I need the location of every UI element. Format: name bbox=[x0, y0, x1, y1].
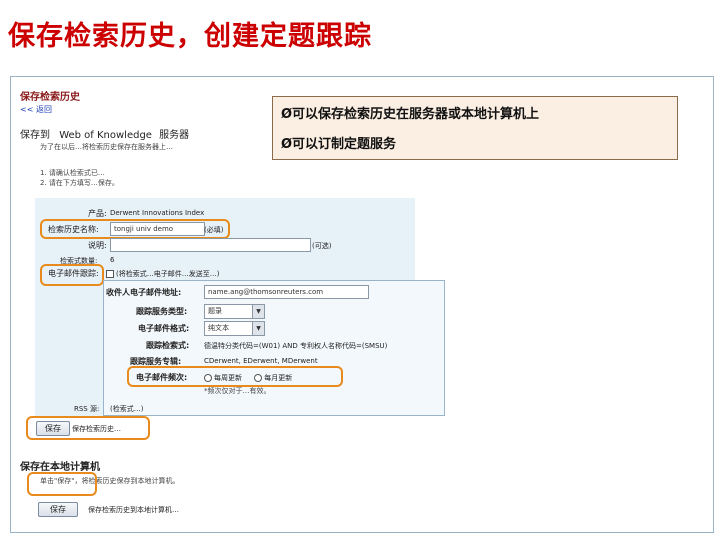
step-2: 2. 请在下方填写…保存。 bbox=[40, 179, 119, 187]
callout-line-2: Ø可以订制定题服务 bbox=[281, 137, 397, 152]
query-count-value: 6 bbox=[110, 256, 115, 264]
email-alert-option[interactable]: (将检索式…电子邮件…发送至…) bbox=[106, 269, 219, 279]
save-local-note: 保存检索历史到本地计算机… bbox=[88, 506, 179, 514]
email-format-label: 电子邮件格式: bbox=[138, 324, 190, 333]
email-alert-text: (将检索式…电子邮件…发送至…) bbox=[116, 270, 220, 278]
recipient-label: 收件人电子邮件地址: bbox=[106, 288, 182, 297]
chevron-down-icon: ▼ bbox=[252, 305, 264, 318]
description-optional: (可选) bbox=[312, 242, 332, 250]
panel-header: 保存检索历史 bbox=[20, 92, 80, 103]
server-title-wok: Web of Knowledge bbox=[59, 130, 152, 141]
highlight-history-name bbox=[40, 219, 230, 239]
rss-text: (检索式…) bbox=[110, 405, 144, 413]
callout-line-1: Ø可以保存检索历史在服务器或本地计算机上 bbox=[281, 107, 540, 122]
chevron-down-icon: ▼ bbox=[252, 322, 264, 335]
back-link[interactable]: << 返回 bbox=[20, 104, 52, 115]
callout-box: Ø可以保存检索历史在服务器或本地计算机上 Ø可以订制定题服务 bbox=[272, 96, 678, 160]
rss-label: RSS 源: bbox=[74, 405, 100, 413]
product-label: 产品: bbox=[88, 209, 107, 218]
server-title-suffix: 服务器 bbox=[159, 130, 190, 141]
step-1: 1. 请确认检索式已… bbox=[40, 169, 105, 177]
tracking-query-value: 德温特分类代码=(W01) AND 专利权人名称代码=(SMSU) bbox=[204, 342, 388, 350]
server-description: 为了在以后…将检索历史保存在服务器上… bbox=[40, 143, 173, 151]
description-input[interactable] bbox=[110, 238, 311, 252]
save-local-button[interactable]: 保存 bbox=[38, 502, 78, 517]
tracking-type-value: 题录 bbox=[208, 307, 222, 315]
frequency-note: *频次仅对于…有效。 bbox=[204, 387, 271, 395]
email-alert-checkbox[interactable] bbox=[106, 270, 114, 278]
highlight-save-button bbox=[26, 416, 150, 440]
tracking-type-select[interactable]: 题录 ▼ bbox=[204, 304, 265, 319]
highlight-email-alert bbox=[40, 264, 104, 286]
tracking-type-label: 跟踪服务类型: bbox=[136, 307, 188, 316]
highlight-frequency bbox=[127, 366, 343, 387]
product-value: Derwent Innovations Index bbox=[110, 209, 205, 217]
email-format-select[interactable]: 纯文本 ▼ bbox=[204, 321, 265, 336]
highlight-local-save bbox=[27, 472, 97, 496]
recipient-input[interactable]: name.ang@thomsonreuters.com bbox=[204, 285, 369, 299]
email-format-value: 纯文本 bbox=[208, 324, 229, 332]
tracking-query-label: 跟踪检索式: bbox=[146, 341, 190, 350]
slide-title: 保存检索历史，创建定题跟踪 bbox=[8, 21, 372, 52]
local-section-title: 保存在本地计算机 bbox=[20, 462, 100, 473]
server-title-prefix: 保存到 bbox=[20, 130, 50, 141]
tracking-db-value: CDerwent, EDerwent, MDerwent bbox=[204, 357, 318, 365]
server-section-title: 保存到 Web of Knowledge 服务器 bbox=[20, 126, 189, 141]
description-label: 说明: bbox=[88, 241, 107, 250]
